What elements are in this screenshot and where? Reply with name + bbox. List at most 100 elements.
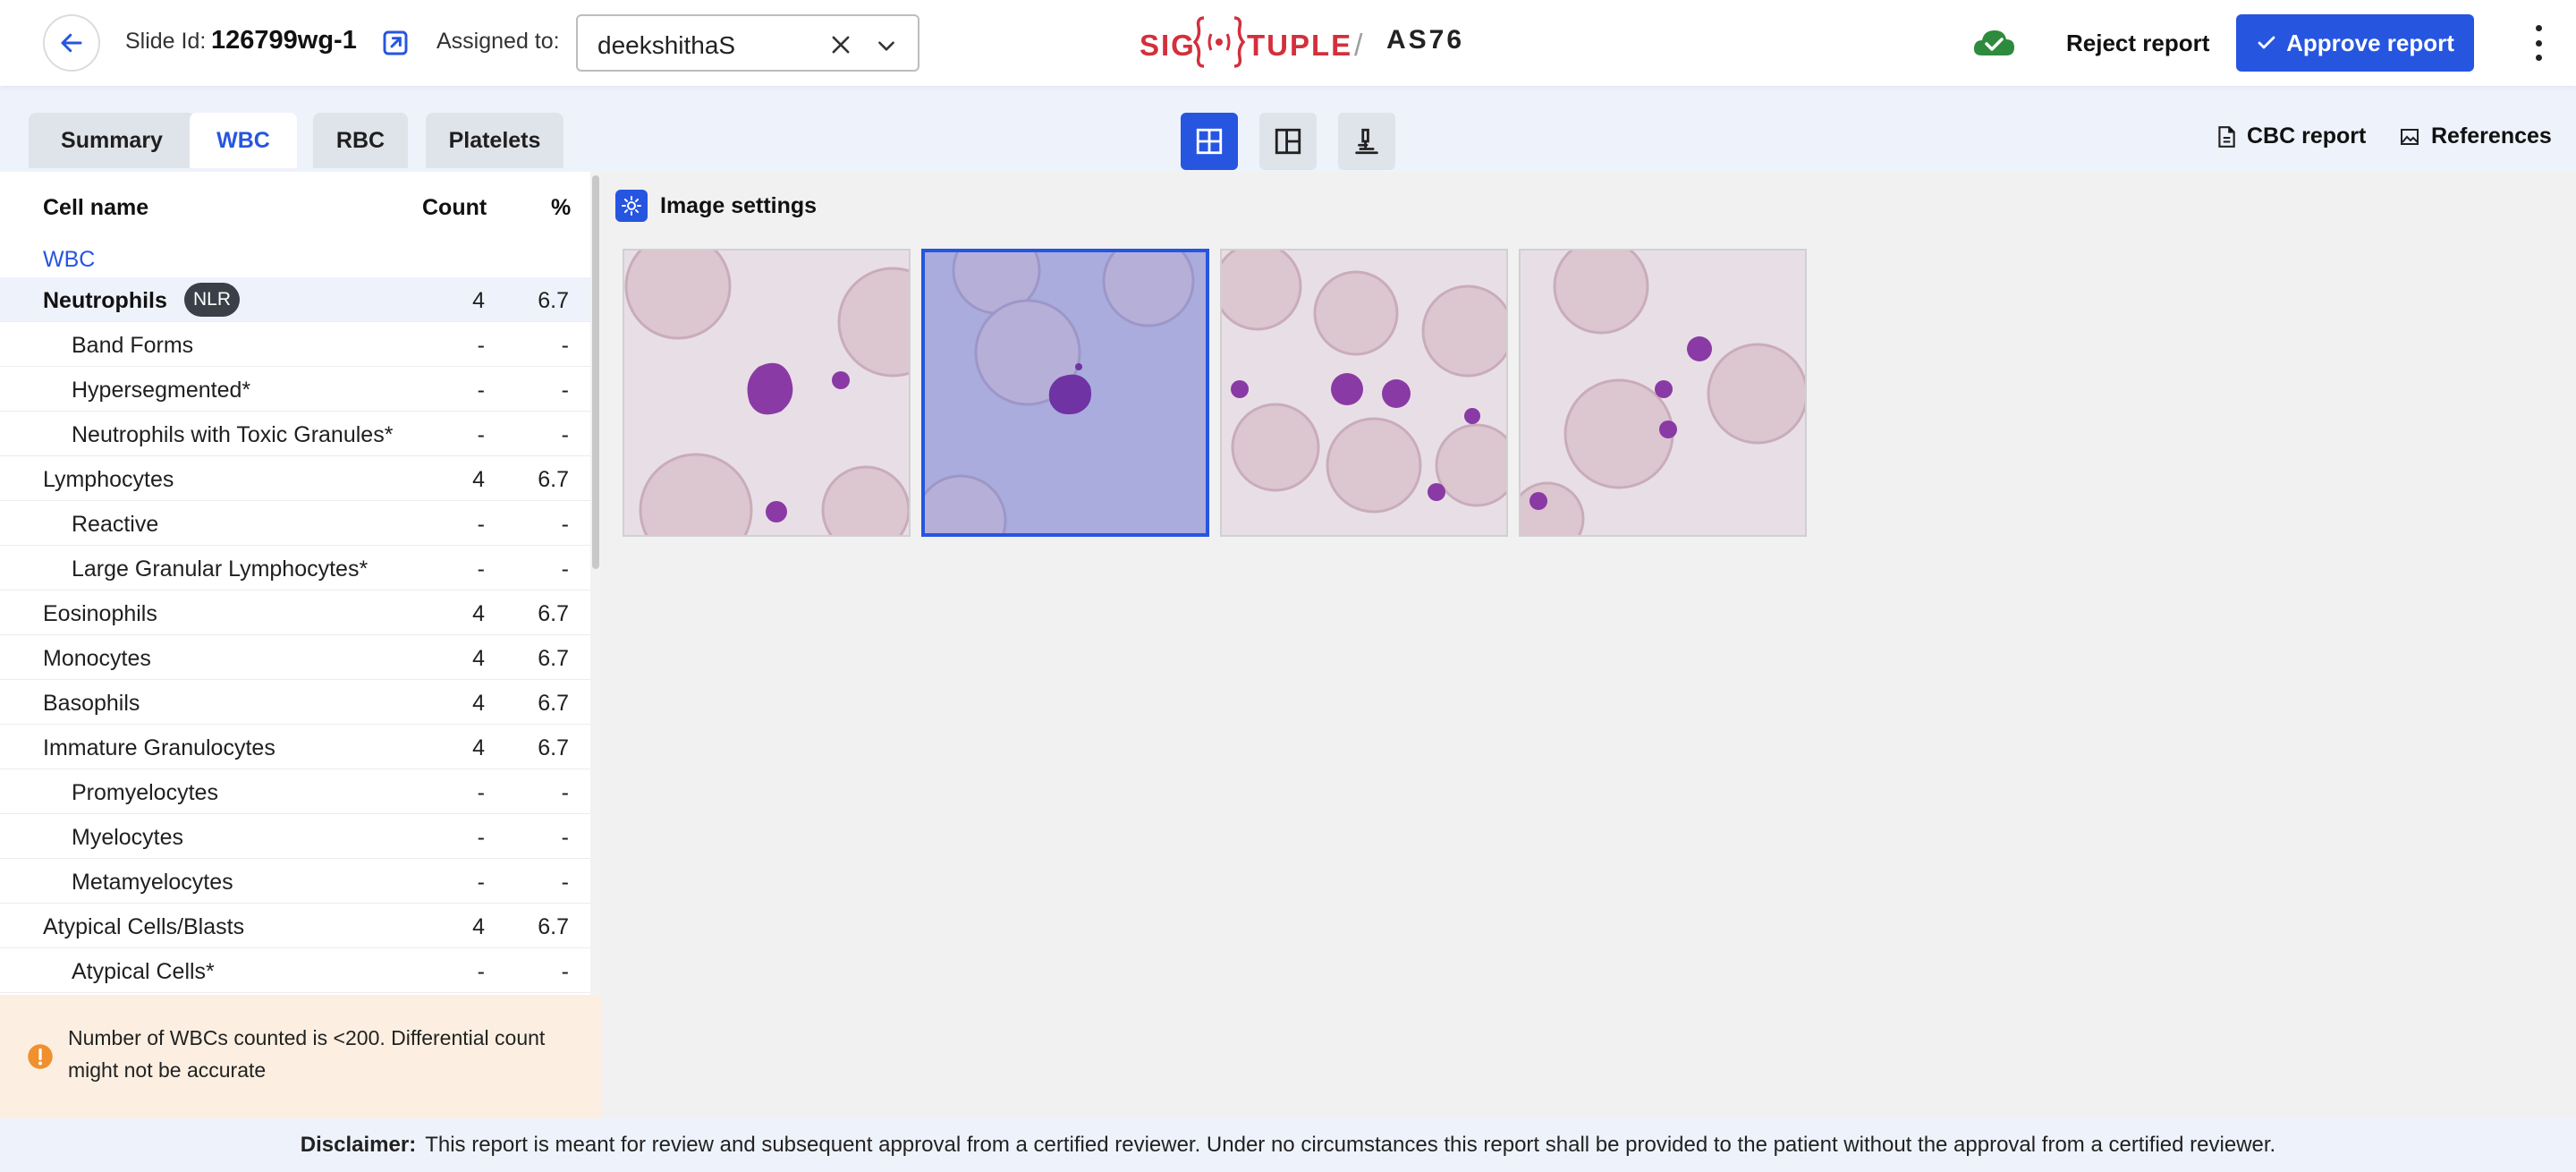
table-row[interactable]: Reactive - - [0, 501, 590, 546]
check-icon [2258, 36, 2275, 49]
cell-name: Immature Granulocytes [43, 735, 275, 760]
cell-image-thumbnail-selected[interactable] [921, 249, 1209, 537]
count-warning-banner: Number of WBCs counted is <200. Differen… [0, 995, 601, 1118]
tab-platelets[interactable]: Platelets [426, 113, 564, 168]
cell-count: - [477, 780, 485, 805]
table-row[interactable]: Myelocytes - - [0, 814, 590, 859]
cell-percent: - [561, 959, 569, 984]
table-row[interactable]: Basophils 4 6.7 [0, 680, 590, 725]
cell-percent: 6.7 [538, 691, 569, 716]
table-row[interactable]: Neutrophils NLR 4 6.7 [0, 277, 590, 322]
layout-icon [1275, 128, 1301, 155]
logo-text-left: SIG [1140, 29, 1196, 62]
nlr-badge[interactable]: NLR [184, 283, 240, 317]
tab-summary[interactable]: Summary [29, 113, 195, 168]
chevron-down-icon[interactable] [875, 34, 898, 57]
image-settings-label: Image settings [660, 192, 818, 218]
table-row[interactable]: Atypical Cells/Blasts 4 6.7 [0, 904, 590, 948]
cell-percent: 6.7 [538, 914, 569, 939]
sigtuple-logo: SIG TUPLE / AS76 [1136, 16, 1494, 70]
cell-count: 4 [472, 646, 485, 671]
top-header: Slide Id: 126799wg-1 Assigned to: deeksh… [0, 0, 2576, 86]
reject-report-button[interactable]: Reject report [2057, 21, 2218, 64]
slide-id-value: 126799wg-1 [211, 26, 357, 55]
table-row[interactable]: Immature Granulocytes 4 6.7 [0, 725, 590, 769]
approve-report-button[interactable]: Approve report [2236, 14, 2474, 72]
cell-percent: - [561, 780, 569, 805]
grid-view-button[interactable] [1181, 113, 1238, 170]
sub-toolbar: Summary WBC RBC Platelets CBC report Ref… [0, 86, 2576, 172]
cell-percent: 6.7 [538, 735, 569, 760]
cell-image-thumbnail[interactable] [1519, 249, 1807, 537]
cell-percent: - [561, 556, 569, 582]
table-row[interactable]: Large Granular Lymphocytes* - - [0, 546, 590, 590]
table-row[interactable]: Promyelocytes - - [0, 769, 590, 814]
cell-count: - [477, 333, 485, 358]
cell-count: 4 [472, 467, 485, 492]
cell-count: - [477, 870, 485, 895]
warning-text: Number of WBCs counted is <200. Differen… [68, 1026, 546, 1082]
cell-name: Metamyelocytes [72, 870, 233, 895]
microscope-view-button[interactable] [1338, 113, 1395, 170]
cloud-check-icon [1973, 30, 2014, 55]
cell-percent: - [561, 333, 569, 358]
cell-name: Monocytes [43, 646, 151, 671]
table-row[interactable]: Band Forms - - [0, 322, 590, 367]
cell-image-thumbnail[interactable] [1220, 249, 1508, 537]
cell-table-body: Neutrophils NLR 4 6.7 Band Forms - - Hypersegme… [0, 277, 590, 993]
cbc-report-link[interactable]: CBC report [2216, 123, 2366, 149]
table-row[interactable]: Metamyelocytes - - [0, 859, 590, 904]
cell-count: 4 [472, 601, 485, 626]
logo-divider: / [1354, 29, 1363, 63]
more-options-icon[interactable] [2528, 25, 2549, 61]
cell-count: - [477, 512, 485, 537]
cell-count: - [477, 959, 485, 984]
table-row[interactable]: Lymphocytes 4 6.7 [0, 456, 590, 501]
cell-count: - [477, 378, 485, 403]
tab-wbc[interactable]: WBC [190, 113, 297, 168]
logo-mark-icon [1192, 16, 1246, 68]
microscope-icon [1355, 128, 1378, 155]
table-row[interactable]: Eosinophils 4 6.7 [0, 590, 590, 635]
cell-name: Basophils [43, 691, 140, 716]
cell-name: Myelocytes [72, 825, 184, 850]
cell-image-thumbnail[interactable] [623, 249, 911, 537]
image-settings-button[interactable]: Image settings [615, 190, 817, 222]
table-scrollbar[interactable] [590, 172, 601, 995]
table-row[interactable]: Atypical Cells* - - [0, 948, 590, 993]
col-percent: % [551, 195, 572, 220]
table-row[interactable]: Neutrophils with Toxic Granules* - - [0, 412, 590, 456]
close-icon[interactable] [828, 32, 853, 57]
cell-name: Neutrophils with Toxic Granules* [72, 422, 394, 447]
back-button[interactable] [43, 14, 100, 72]
cell-percent: - [561, 870, 569, 895]
open-external-icon[interactable] [381, 29, 410, 57]
logo-text-right: TUPLE [1247, 29, 1353, 62]
references-link[interactable]: References [2399, 123, 2552, 149]
scrollbar-thumb[interactable] [592, 175, 599, 569]
cell-percent: - [561, 512, 569, 537]
cell-name: Large Granular Lymphocytes* [72, 556, 369, 582]
assigned-label: Assigned to: [436, 29, 560, 54]
cell-count: 4 [472, 914, 485, 939]
cell-name: Eosinophils [43, 601, 157, 626]
col-count: Count [422, 195, 487, 220]
table-row[interactable]: Monocytes 4 6.7 [0, 635, 590, 680]
image-gallery-panel: Image settings [601, 172, 2576, 1118]
group-label-wbc[interactable]: WBC [43, 247, 95, 273]
assignee-select[interactable]: deekshithaS [576, 14, 919, 72]
cell-count: 4 [472, 288, 485, 313]
table-row[interactable]: Hypersegmented* - - [0, 367, 590, 412]
disclaimer-text: This report is meant for review and subs… [425, 1133, 2276, 1157]
split-view-button[interactable] [1259, 113, 1317, 170]
disclaimer-footer: Disclaimer: This report is meant for rev… [0, 1118, 2576, 1172]
cell-percent: - [561, 422, 569, 447]
cell-name: Reactive [72, 512, 159, 537]
disclaimer-label: Disclaimer: [300, 1133, 417, 1157]
grid-icon [1196, 128, 1223, 155]
table-header: Cell name Count % [0, 172, 590, 243]
col-cell-name: Cell name [43, 195, 149, 220]
document-icon [2218, 125, 2235, 148]
tab-rbc[interactable]: RBC [313, 113, 408, 168]
cell-percent: 6.7 [538, 601, 569, 626]
